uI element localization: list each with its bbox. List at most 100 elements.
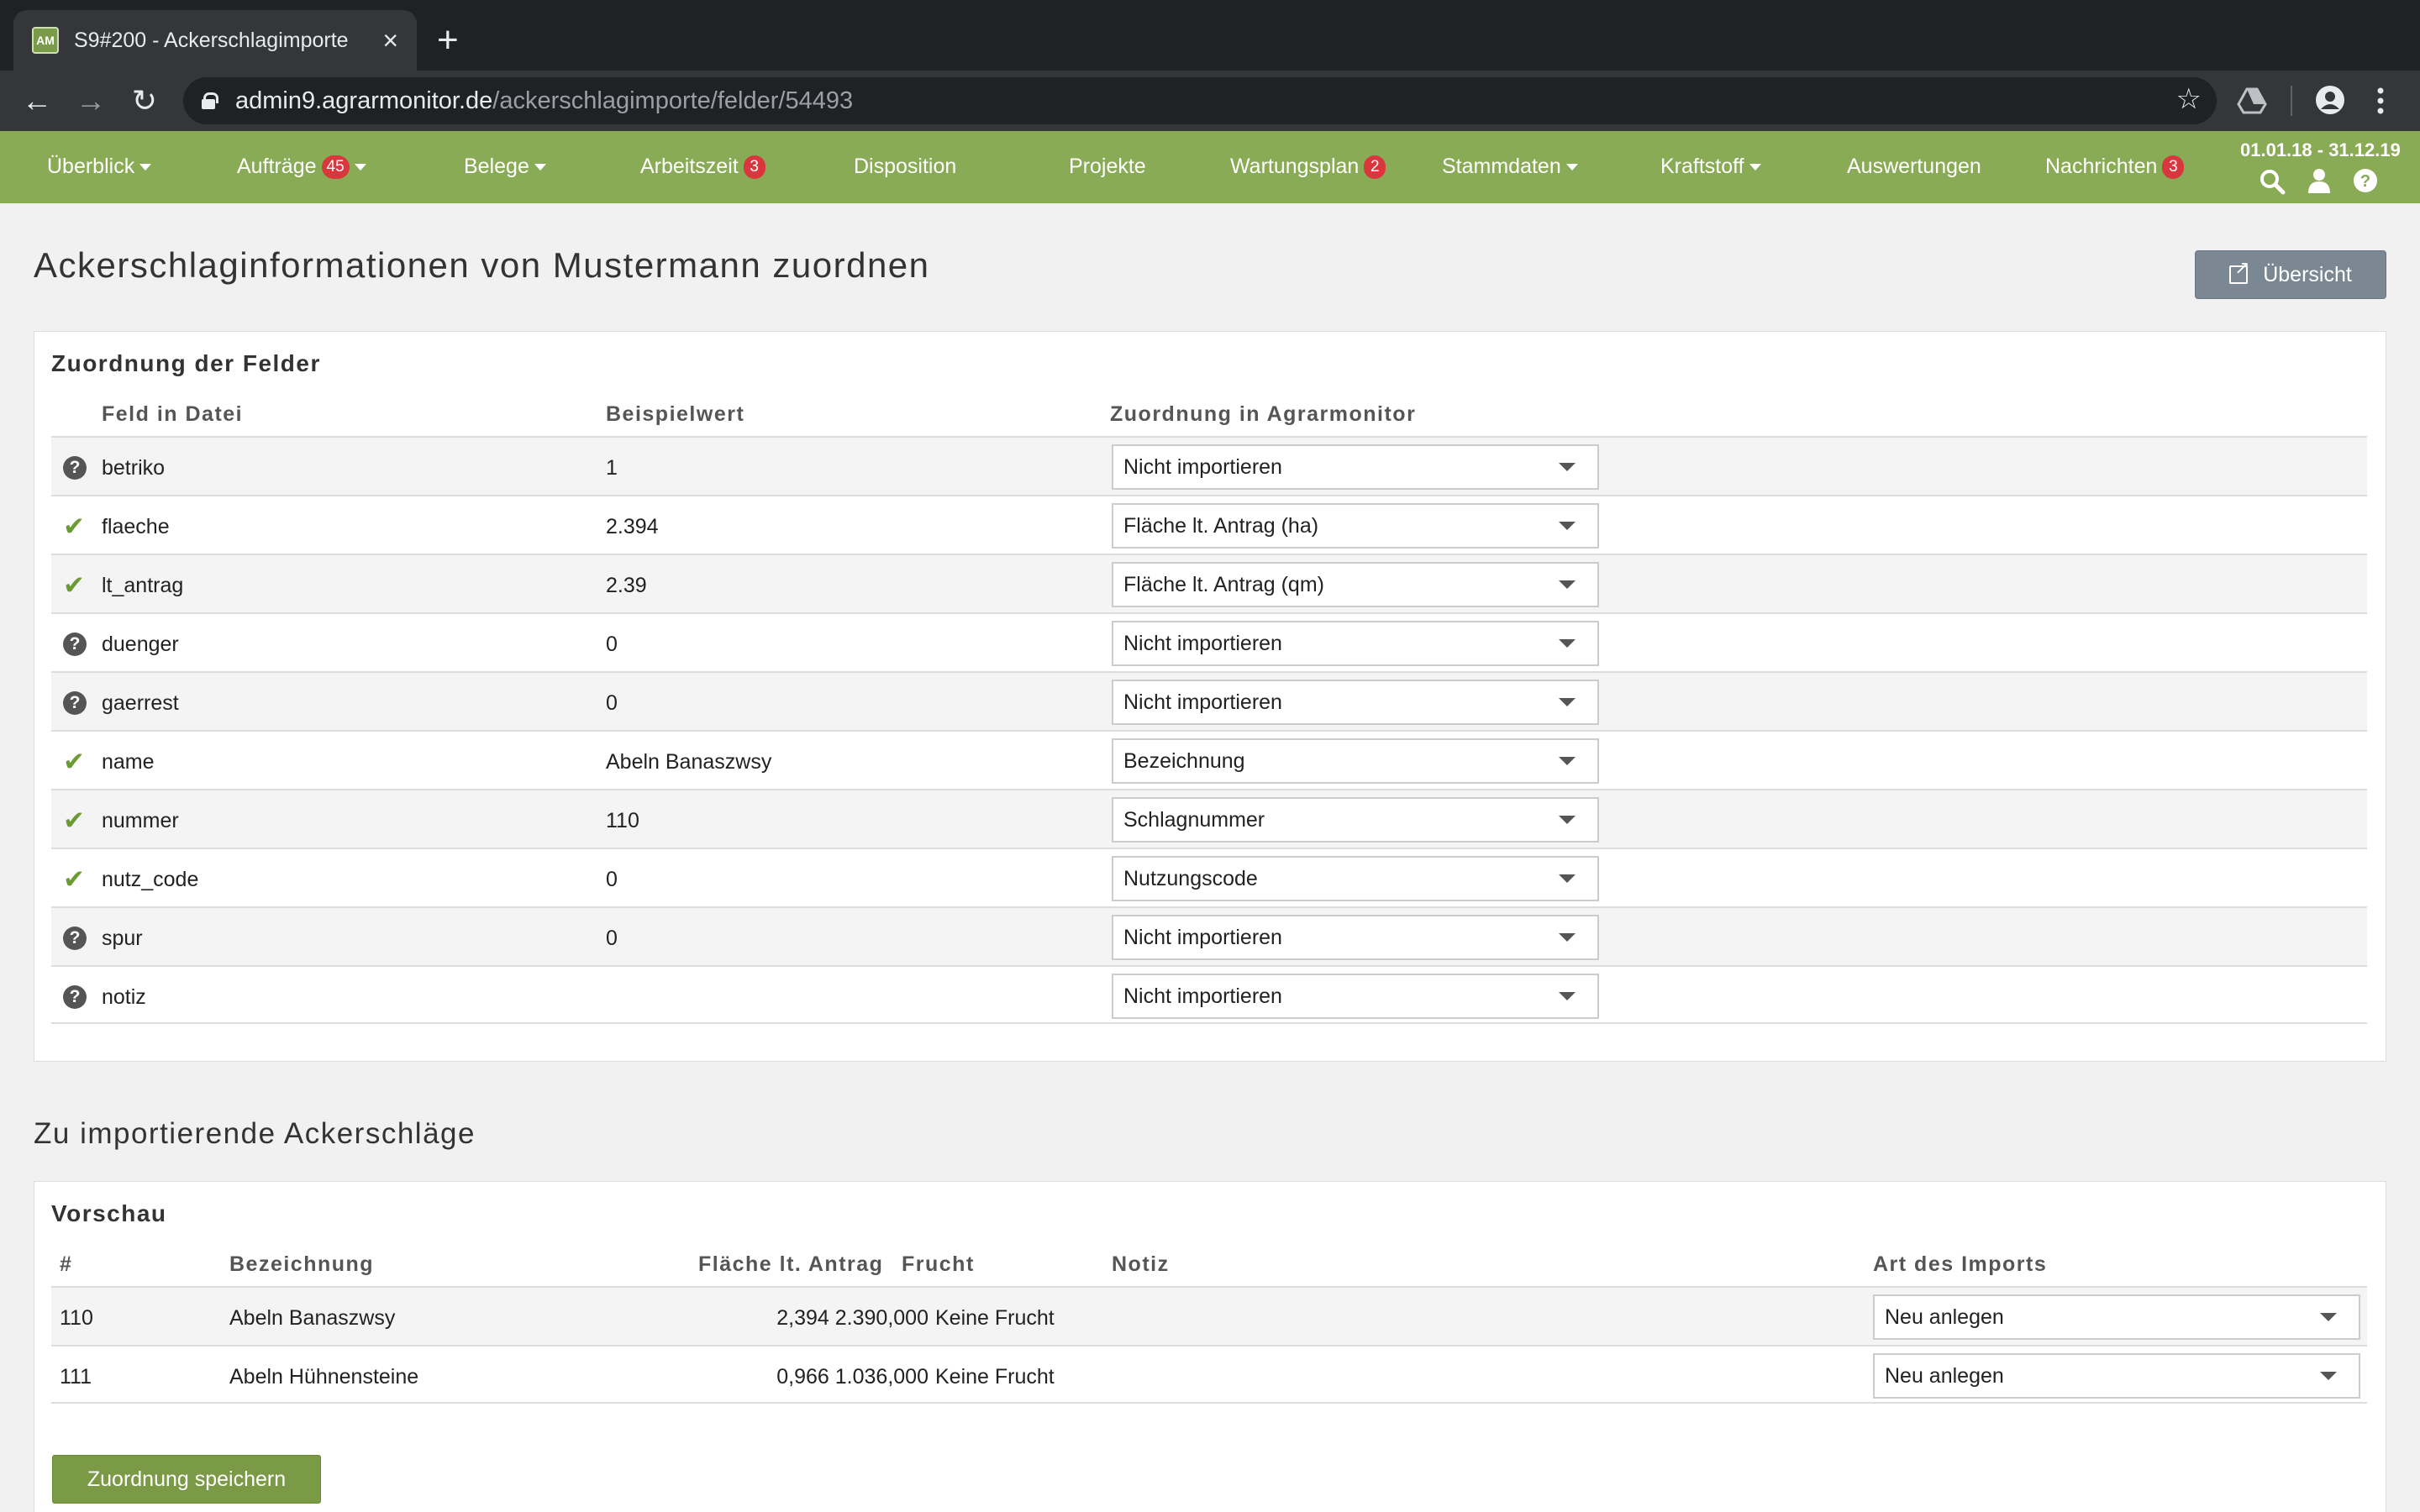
table-row: ? gaerrest 0 Nicht importieren [51, 671, 2367, 730]
close-tab-icon[interactable]: × [382, 27, 398, 54]
browser-tab[interactable]: AM S9#200 - Ackerschlagimporte × [13, 10, 417, 71]
new-tab-icon[interactable]: + [437, 22, 459, 59]
nav-auftraege[interactable]: Aufträge 45 [237, 155, 366, 179]
drive-extension-icon[interactable] [2237, 86, 2267, 116]
check-icon: ✔ [63, 864, 85, 894]
table-row: ? betriko 1 Nicht importieren [51, 436, 2367, 495]
field-name: notiz [102, 985, 146, 1009]
back-icon[interactable]: ← [18, 82, 55, 119]
mapping-select[interactable]: Fläche lt. Antrag (qm) [1112, 562, 1599, 607]
row-area: 0,966 1.036,000 [776, 1365, 929, 1389]
caret-down-icon [1559, 757, 1576, 765]
mapping-select-value: Nicht importieren [1123, 632, 1282, 655]
field-name: name [102, 750, 155, 774]
row-name: Abeln Hühnensteine [229, 1365, 419, 1389]
check-icon: ✔ [63, 747, 85, 776]
row-name: Abeln Banaszwsy [229, 1306, 396, 1330]
caret-down-icon [1559, 992, 1576, 1000]
mapping-select-value: Fläche lt. Antrag (ha) [1123, 514, 1319, 538]
caret-down-icon [2320, 1313, 2337, 1321]
import-type-select[interactable]: Neu anlegen [1873, 1294, 2360, 1340]
bookmark-star-icon[interactable]: ☆ [2176, 82, 2202, 116]
mapping-select[interactable]: Schlagnummer [1112, 797, 1599, 843]
field-name: spur [102, 927, 143, 950]
external-link-icon [2229, 257, 2250, 284]
import-type-select[interactable]: Neu anlegen [1873, 1353, 2360, 1399]
caret-down-icon [1559, 698, 1576, 706]
mapping-select[interactable]: Nicht importieren [1112, 974, 1599, 1019]
date-range[interactable]: 01.01.18 - 31.12.19 [2240, 139, 2401, 161]
question-circle-icon: ? [63, 985, 87, 1009]
nav-label: Stammdaten [1442, 155, 1561, 178]
caret-down-icon [2320, 1372, 2337, 1380]
nav-ueberblick[interactable]: Überblick [47, 155, 152, 179]
reload-icon[interactable]: ↻ [126, 82, 163, 119]
check-icon: ✔ [63, 570, 85, 600]
field-name: nummer [102, 809, 179, 832]
import-type-value: Neu anlegen [1885, 1364, 2004, 1388]
help-icon[interactable]: ? [2353, 168, 2378, 193]
caret-down-icon [1559, 463, 1576, 471]
mapping-select[interactable]: Nicht importieren [1112, 444, 1599, 490]
mapping-select-value: Schlagnummer [1123, 808, 1265, 832]
table-row: ? notiz Nicht importieren [51, 965, 2367, 1024]
count-badge: 2 [1364, 155, 1386, 179]
table-row: ? duenger 0 Nicht importieren [51, 612, 2367, 671]
forward-icon[interactable]: → [72, 82, 109, 119]
caret-down-icon [534, 163, 546, 171]
example-value: 0 [606, 927, 618, 950]
count-badge: 3 [2162, 155, 2185, 179]
nav-belege[interactable]: Belege [464, 155, 546, 179]
import-section-title: Zu importierende Ackerschläge [34, 1117, 476, 1150]
nav-auswertungen[interactable]: Auswertungen [1847, 155, 1981, 179]
caret-down-icon [1559, 639, 1576, 648]
mapping-select[interactable]: Nicht importieren [1112, 621, 1599, 666]
caret-down-icon [1559, 580, 1576, 589]
table-row: ✔ nummer 110 Schlagnummer [51, 789, 2367, 848]
menu-dots-icon[interactable] [2375, 86, 2386, 116]
column-header-crop: Frucht [902, 1252, 975, 1276]
mapping-select[interactable]: Fläche lt. Antrag (ha) [1112, 503, 1599, 549]
mapping-select[interactable]: Nicht importieren [1112, 680, 1599, 725]
caret-down-icon [1559, 874, 1576, 883]
nav-arbeitszeit[interactable]: Arbeitszeit 3 [640, 155, 765, 179]
row-number: 111 [60, 1365, 92, 1389]
column-header-note: Notiz [1112, 1252, 1170, 1276]
field-name: duenger [102, 633, 179, 656]
main-navigation: Überblick Aufträge 45 Belege Arbeitszeit 3… [0, 131, 2420, 203]
nav-disposition[interactable]: Disposition [854, 155, 956, 179]
question-circle-icon: ? [63, 456, 87, 480]
mapping-select-value: Nicht importieren [1123, 984, 1282, 1008]
panel-title: Vorschau [51, 1200, 167, 1226]
mapping-select[interactable]: Bezeichnung [1112, 738, 1599, 784]
nav-label: Projekte [1069, 155, 1146, 178]
column-header-import-type: Art des Imports [1873, 1252, 2048, 1276]
page-title: Ackerschlaginformationen von Mustermann … [34, 245, 930, 285]
mapping-select[interactable]: Nutzungscode [1112, 856, 1599, 901]
nav-stammdaten[interactable]: Stammdaten [1442, 155, 1578, 179]
mapping-select[interactable]: Nicht importieren [1112, 915, 1599, 960]
column-header-example: Beispielwert [606, 402, 745, 426]
nav-label: Aufträge [237, 155, 317, 178]
url-path: /ackerschlagimporte/felder/54493 [492, 87, 854, 114]
browser-toolbar: ← → ↻ admin9.agrarmonitor.de/ackerschlag… [0, 71, 2420, 131]
field-name: nutz_code [102, 868, 199, 891]
caret-down-icon [1559, 933, 1576, 942]
save-mapping-button[interactable]: Zuordnung speichern [52, 1455, 321, 1504]
column-header-number: # [60, 1252, 73, 1276]
nav-projekte[interactable]: Projekte [1069, 155, 1146, 179]
profile-icon[interactable] [2314, 84, 2346, 116]
svg-text:?: ? [2360, 172, 2370, 191]
example-value: 0 [606, 691, 618, 715]
table-row: ✔ nutz_code 0 Nutzungscode [51, 848, 2367, 906]
overview-button[interactable]: Übersicht [2195, 250, 2386, 299]
nav-wartungsplan[interactable]: Wartungsplan 2 [1230, 155, 1386, 179]
nav-kraftstoff[interactable]: Kraftstoff [1660, 155, 1761, 179]
toolbar-divider [2291, 86, 2292, 116]
field-name: lt_antrag [102, 574, 184, 597]
nav-nachrichten[interactable]: Nachrichten 3 [2045, 155, 2185, 179]
search-icon[interactable] [2259, 168, 2286, 195]
table-row: ? spur 0 Nicht importieren [51, 906, 2367, 965]
user-icon[interactable] [2307, 168, 2331, 193]
address-bar[interactable]: admin9.agrarmonitor.de/ackerschlagimport… [183, 77, 2217, 124]
